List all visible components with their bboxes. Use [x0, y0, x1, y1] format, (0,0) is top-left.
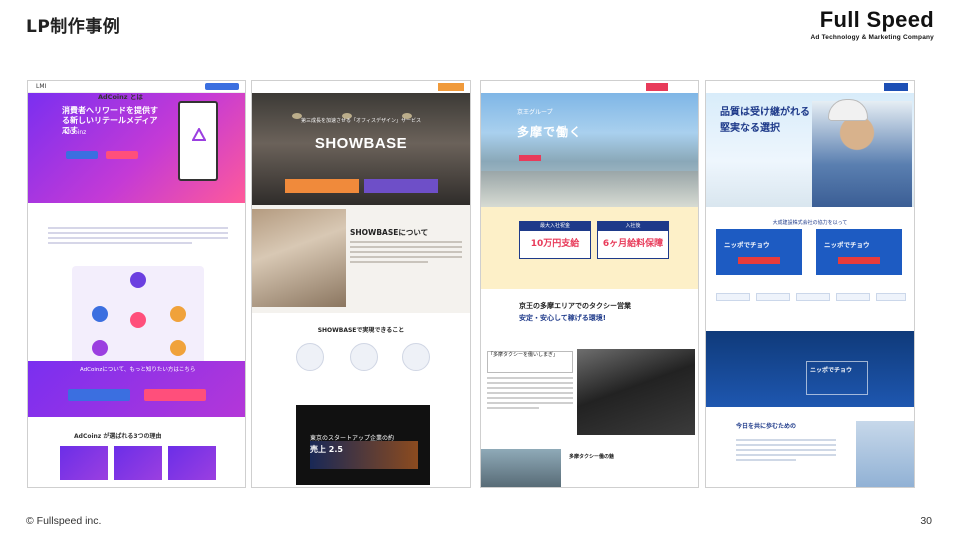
lower-text-lines	[736, 439, 836, 464]
company-card-button	[738, 257, 780, 264]
section-heading: 京王の多摩エリアでのタクシー営業	[519, 302, 631, 310]
company-card-title: ニッポでチョウ	[724, 241, 770, 249]
section-subheading: 安定・安心して稼げる環境!	[519, 314, 606, 322]
video-caption: 東京のスタートアップ企業の約	[310, 435, 395, 442]
reason-card	[114, 446, 162, 480]
hero-button-orange	[285, 179, 359, 193]
nav-bar	[706, 81, 914, 93]
lp-example-taxi: 京王グループ 多摩で働く 最大入社祝金 10万円支給 入社後 6ヶ月給料保障 京…	[480, 80, 699, 488]
lightbulb-icon	[350, 343, 378, 371]
chart-icon	[296, 343, 324, 371]
about-heading: AdCoinz とは	[98, 93, 143, 101]
nav-cta-button	[205, 83, 239, 90]
diagram-node	[170, 340, 186, 356]
partner-logo	[876, 293, 906, 301]
nav-cta-button	[438, 83, 464, 91]
company-logo: Full Speed Ad Technology & Marketing Com…	[810, 7, 935, 42]
diagram-node	[92, 306, 108, 322]
people-icon	[402, 343, 430, 371]
benefit-box: 入社後 6ヶ月給料保障	[597, 221, 669, 259]
reason-card	[60, 446, 108, 480]
hero-heading-line2: 堅実なる選択	[720, 123, 780, 134]
company-card-title: ニッポでチョウ	[824, 241, 870, 249]
partner-logo	[796, 293, 830, 301]
hero-small-text: 京王グループ	[517, 109, 553, 116]
nav-cta-button	[884, 83, 908, 91]
hero-heading: 多摩で働く	[517, 125, 583, 139]
hero-button-purple	[364, 179, 438, 193]
driver-photo	[577, 349, 695, 435]
lp-example-showbase: 第三成長を加速させる「オフィスデザイン」サービス SHOWBASE SHOWBA…	[251, 80, 471, 488]
band-text: AdCoinzについて、もっと知りたい方はこちら	[80, 367, 196, 373]
bottom-heading: 多摩タクシー働の魅	[569, 454, 615, 460]
flow-diagram	[72, 266, 204, 364]
diagram-node	[170, 306, 186, 322]
body-text-lines	[487, 377, 573, 412]
signage-illustration	[178, 101, 218, 181]
video-headline: 売上 2.5	[310, 445, 343, 454]
logo-tagline: Ad Technology & Marketing Company	[810, 34, 934, 41]
hero-heading: SHOWBASE	[314, 135, 408, 152]
speech-box: 「多摩タクシーを働いしまぎ」	[487, 351, 573, 373]
features-heading: SHOWBASEで実現できること	[317, 327, 405, 334]
page-number: 30	[920, 515, 932, 527]
company-card: ニッポでチョウ	[816, 229, 902, 275]
hero-button-secondary	[106, 151, 138, 159]
benefit-box: 最大入社祝金 10万円支給	[519, 221, 591, 259]
reason-heading: AdCoinz が選ばれる3つの理由	[74, 433, 162, 440]
partner-logo	[756, 293, 790, 301]
reason-card	[168, 446, 216, 480]
cards-heading: 大成建設株式会社の協力を以って	[772, 220, 848, 226]
diagram-node	[92, 340, 108, 356]
hero-brand: AdCoinz	[62, 129, 87, 136]
partner-logo	[836, 293, 870, 301]
feature-title: ニッポでチョウ	[810, 367, 853, 374]
benefit-box-heading: 最大入社祝金	[520, 222, 590, 231]
nav-cta-button	[646, 83, 668, 91]
diagram-node	[130, 312, 146, 328]
lp-example-construction: 品質は受け継がれる 堅実なる選択 大成建設株式会社の協力を以って ニッポでチョウ…	[705, 80, 915, 488]
company-card-button	[838, 257, 880, 264]
band-button-primary	[68, 389, 130, 401]
city-photo	[481, 171, 698, 207]
partner-logo	[716, 293, 750, 301]
band-button-secondary	[144, 389, 206, 401]
hero-button-primary	[66, 151, 98, 159]
hero-heading-line1: 品質は受け継がれる	[720, 107, 810, 118]
nav-bar	[481, 81, 698, 93]
hero-subheading: 第三成長を加速させる「オフィスデザイン」サービス	[301, 118, 421, 124]
nav-bar	[252, 81, 470, 93]
lower-heading: 今日を共に歩むための	[736, 423, 797, 430]
logo-wordmark: Full Speed	[819, 7, 934, 32]
about-text-lines	[350, 241, 462, 266]
hero-button	[519, 155, 541, 161]
benefit-box-value: 10万円支給	[530, 239, 580, 249]
benefit-box-value: 6ヶ月給料保障	[602, 239, 664, 249]
benefit-box-heading: 入社後	[598, 222, 668, 231]
adcoinz-mark-icon	[192, 128, 206, 141]
building-photo	[481, 449, 561, 487]
diagram-node	[130, 272, 146, 288]
office-photo	[252, 209, 346, 307]
copyright: © Fullspeed inc.	[26, 515, 102, 527]
about-heading: SHOWBASEについて	[350, 228, 429, 237]
company-card: ニッポでチョウ	[716, 229, 802, 275]
about-text-lines	[48, 227, 228, 247]
nav-logo: LMI	[36, 83, 47, 90]
lp-example-adcoinz: LMI 消費者へリワードを提供する新しいリテールメディアです AdCoinz A…	[27, 80, 246, 488]
slide-title: LP制作事例	[26, 17, 121, 37]
building-photo	[856, 421, 914, 487]
